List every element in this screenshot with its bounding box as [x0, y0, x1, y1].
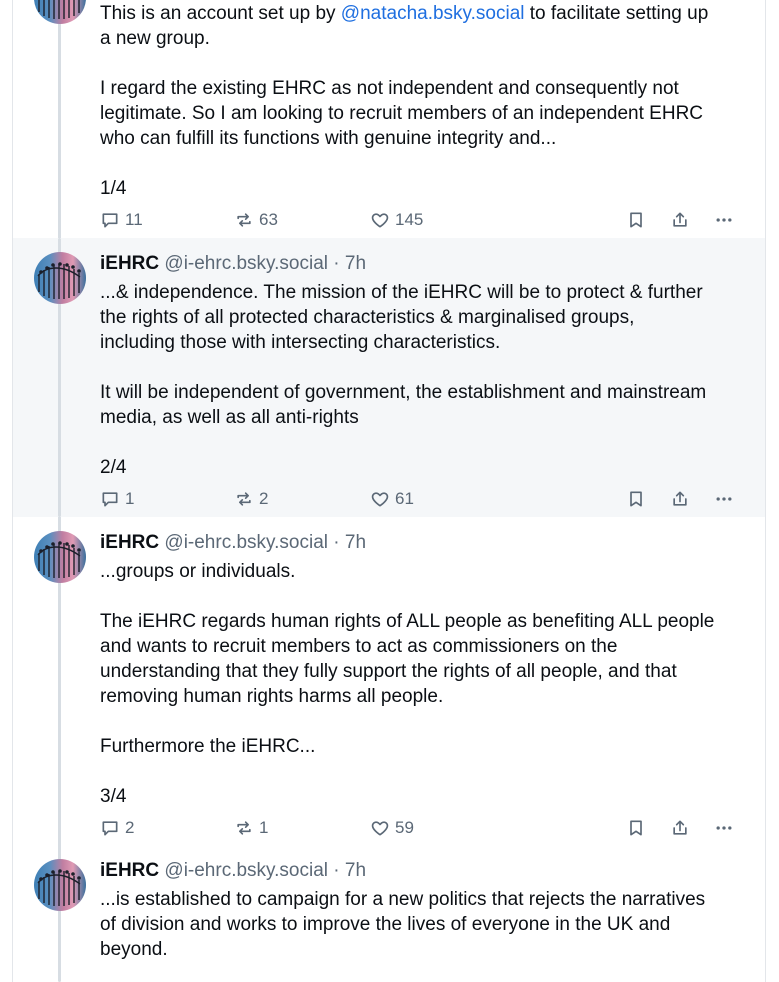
more-button[interactable] [714, 816, 734, 840]
more-button[interactable] [714, 487, 734, 511]
post-actions: 11 63 145 [100, 208, 750, 232]
like-button[interactable]: 145 [370, 208, 423, 232]
avatar-image [34, 531, 86, 583]
share-icon [670, 489, 690, 509]
share-button[interactable] [670, 208, 690, 232]
reply-icon [100, 489, 120, 509]
post-header: iEHRC @i-ehrc.bsky.social · 7h [100, 859, 366, 883]
post-actions: 1 2 61 [100, 487, 750, 511]
post-actions: 2 1 59 [100, 816, 750, 840]
display-name[interactable]: iEHRC [100, 253, 159, 274]
avatar-image [34, 859, 86, 911]
bookmark-icon [626, 818, 646, 838]
reply-button[interactable]: 2 [100, 816, 134, 840]
repost-count: 1 [259, 818, 269, 837]
post-4[interactable]: iEHRC @i-ehrc.bsky.social · 7h ...is est… [13, 847, 765, 982]
more-icon [714, 210, 734, 230]
heart-icon [370, 818, 390, 838]
avatar[interactable] [34, 252, 86, 304]
reply-count: 11 [125, 210, 143, 229]
like-count: 59 [395, 818, 414, 837]
reply-count: 2 [125, 818, 135, 837]
like-button[interactable]: 59 [370, 816, 414, 840]
like-count: 61 [395, 489, 414, 508]
reply-icon [100, 210, 120, 230]
display-name[interactable]: iEHRC [100, 532, 159, 553]
bookmark-button[interactable] [626, 208, 646, 232]
handle-and-time[interactable]: @i-ehrc.bsky.social · 7h [164, 253, 366, 274]
repost-count: 2 [259, 489, 269, 508]
bookmark-icon [626, 210, 646, 230]
share-button[interactable] [670, 816, 690, 840]
repost-icon [234, 489, 254, 509]
display-name[interactable]: iEHRC [100, 860, 159, 881]
share-icon [670, 210, 690, 230]
avatar[interactable] [34, 859, 86, 911]
repost-button[interactable]: 2 [234, 487, 268, 511]
thread-container: This is an account set up by @natacha.bs… [12, 0, 766, 982]
post-header: iEHRC @i-ehrc.bsky.social · 7h [100, 252, 366, 276]
handle-and-time[interactable]: @i-ehrc.bsky.social · 7h [164, 860, 366, 881]
avatar-image [34, 0, 86, 24]
more-button[interactable] [714, 208, 734, 232]
repost-icon [234, 818, 254, 838]
mention-link[interactable]: @natacha.bsky.social [341, 3, 525, 24]
repost-icon [234, 210, 254, 230]
post-body: ...is established to campaign for a new … [100, 889, 706, 960]
reply-button[interactable]: 1 [100, 487, 134, 511]
post-body: ...& independence. The mission of the iE… [100, 282, 707, 478]
avatar[interactable] [34, 0, 86, 24]
like-count: 145 [395, 210, 424, 229]
post-3[interactable]: iEHRC @i-ehrc.bsky.social · 7h ...groups… [13, 517, 765, 847]
post-text: This is an account set up by [100, 3, 341, 24]
repost-button[interactable]: 1 [234, 816, 268, 840]
repost-button[interactable]: 63 [234, 208, 278, 232]
post-2[interactable]: iEHRC @i-ehrc.bsky.social · 7h ...& inde… [13, 238, 765, 517]
post-header: iEHRC @i-ehrc.bsky.social · 7h [100, 531, 366, 555]
avatar-image [34, 252, 86, 304]
post-text: to facilitate setting up a new group. I … [100, 3, 709, 199]
bookmark-button[interactable] [626, 816, 646, 840]
handle-and-time[interactable]: @i-ehrc.bsky.social · 7h [164, 532, 366, 553]
repost-count: 63 [259, 210, 278, 229]
post-body: This is an account set up by @natacha.bs… [100, 1, 750, 201]
reply-count: 1 [125, 489, 135, 508]
share-button[interactable] [670, 487, 690, 511]
like-button[interactable]: 61 [370, 487, 414, 511]
more-icon [714, 818, 734, 838]
heart-icon [370, 489, 390, 509]
avatar[interactable] [34, 531, 86, 583]
post-1[interactable]: This is an account set up by @natacha.bs… [13, 0, 765, 238]
heart-icon [370, 210, 390, 230]
reply-button[interactable]: 11 [100, 208, 143, 232]
more-icon [714, 489, 734, 509]
bookmark-icon [626, 489, 646, 509]
post-body: ...groups or individuals. The iEHRC rega… [100, 561, 715, 807]
reply-icon [100, 818, 120, 838]
bookmark-button[interactable] [626, 487, 646, 511]
share-icon [670, 818, 690, 838]
